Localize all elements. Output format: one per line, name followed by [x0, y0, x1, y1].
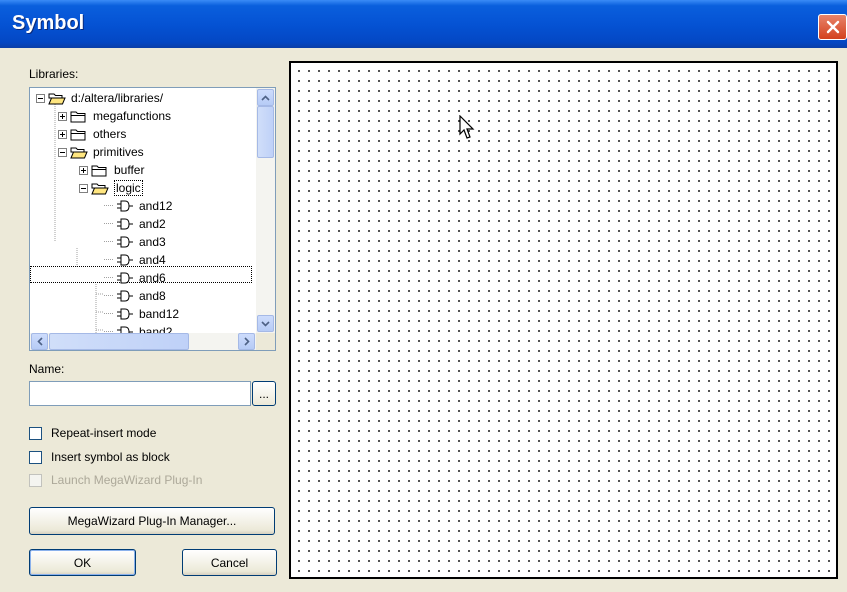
- expand-plus-icon[interactable]: [58, 129, 67, 139]
- chevron-left-icon: [36, 337, 43, 346]
- tree-horizontal-scrollbar[interactable]: [30, 333, 256, 350]
- tree-node-label: buffer: [114, 163, 145, 177]
- tree-node[interactable]: and4: [104, 251, 166, 269]
- window-title: Symbol: [12, 12, 85, 34]
- tree-node-label: megafunctions: [93, 109, 172, 123]
- tree-node-label: and12: [139, 199, 173, 213]
- tree-node[interactable]: and2: [104, 215, 166, 233]
- folder-icon: [70, 109, 88, 123]
- symbol-icon: [116, 199, 134, 213]
- tree-node-label: and2: [139, 217, 166, 231]
- expand-plus-icon[interactable]: [58, 111, 67, 121]
- name-label: Name:: [29, 362, 65, 376]
- tree-node[interactable]: others: [58, 125, 126, 143]
- tree-connector: [104, 295, 113, 297]
- scroll-right-button[interactable]: [238, 333, 255, 350]
- symbol-dialog: Symbol Libraries: d:/altera/libraries/me…: [0, 0, 847, 592]
- launch-megawizard-label: Launch MegaWizard Plug-In: [51, 473, 203, 487]
- scrollbar-corner: [256, 333, 275, 350]
- close-button[interactable]: [818, 14, 847, 40]
- tree-connector: [104, 313, 113, 315]
- checkbox-box: [29, 473, 42, 487]
- checkbox-box[interactable]: [29, 426, 42, 440]
- symbol-icon: [116, 271, 134, 285]
- tree-node-label: logic: [114, 180, 143, 196]
- symbol-icon: [116, 307, 134, 321]
- insert-as-block-checkbox[interactable]: Insert symbol as block: [29, 449, 170, 465]
- tree-node[interactable]: band12: [104, 305, 179, 323]
- expand-plus-icon[interactable]: [79, 165, 88, 175]
- tree-node-label: and4: [139, 253, 166, 267]
- symbol-icon: [116, 325, 134, 333]
- tree-node[interactable]: megafunctions: [58, 107, 171, 125]
- chevron-up-icon: [261, 94, 270, 101]
- libraries-tree[interactable]: d:/altera/libraries/megafunctions others p…: [29, 87, 276, 351]
- collapse-minus-icon[interactable]: [79, 183, 88, 193]
- tree-connector: [104, 259, 113, 261]
- tree-node-label: and3: [139, 235, 166, 249]
- browse-button[interactable]: ...: [252, 381, 276, 406]
- tree-node-label: and6: [139, 271, 166, 285]
- symbol-icon: [116, 253, 134, 267]
- tree-node[interactable]: primitives: [58, 143, 144, 161]
- tree-connector: [104, 205, 113, 207]
- symbol-icon: [116, 235, 134, 249]
- tree-node-label: band2: [139, 325, 173, 333]
- checkbox-box[interactable]: [29, 450, 42, 464]
- chevron-down-icon: [261, 320, 270, 327]
- tree-node-label: d:/altera/libraries/: [71, 91, 164, 105]
- scroll-up-button[interactable]: [257, 89, 274, 106]
- cancel-button[interactable]: Cancel: [182, 549, 277, 576]
- tree-node[interactable]: and6: [104, 269, 166, 287]
- tree-node[interactable]: and8: [104, 287, 166, 305]
- insert-as-block-label: Insert symbol as block: [51, 450, 170, 464]
- folder-icon: [91, 163, 109, 177]
- folder-icon: [70, 127, 88, 141]
- launch-megawizard-checkbox: Launch MegaWizard Plug-In: [29, 472, 202, 488]
- tree-node[interactable]: logic: [79, 179, 143, 197]
- open-folder-icon: [70, 145, 88, 159]
- tree-viewport[interactable]: d:/altera/libraries/megafunctions others p…: [30, 88, 256, 333]
- tree-node[interactable]: band2: [104, 323, 172, 333]
- repeat-insert-checkbox[interactable]: Repeat-insert mode: [29, 425, 156, 441]
- tree-node-label: band12: [139, 307, 180, 321]
- tree-node[interactable]: and3: [104, 233, 166, 251]
- symbol-preview-canvas[interactable]: [289, 61, 838, 579]
- symbol-icon: [116, 289, 134, 303]
- tree-connector: [104, 241, 113, 243]
- tree-node-label: and8: [139, 289, 166, 303]
- scroll-left-button[interactable]: [31, 333, 48, 350]
- tree-node-label: others: [93, 127, 127, 141]
- collapse-minus-icon[interactable]: [36, 93, 45, 103]
- scroll-thumb-vertical[interactable]: [257, 106, 274, 158]
- mouse-pointer-icon: [459, 115, 475, 139]
- repeat-insert-label: Repeat-insert mode: [51, 426, 157, 440]
- chevron-right-icon: [243, 337, 250, 346]
- megawizard-manager-button[interactable]: MegaWizard Plug-In Manager...: [29, 507, 275, 535]
- libraries-label: Libraries:: [29, 67, 79, 81]
- ok-button[interactable]: OK: [29, 549, 136, 576]
- collapse-minus-icon[interactable]: [58, 147, 67, 157]
- open-folder-icon: [91, 181, 109, 195]
- open-folder-icon: [48, 91, 66, 105]
- tree-connector: [104, 277, 113, 279]
- tree-node[interactable]: and12: [104, 197, 172, 215]
- title-bar[interactable]: Symbol: [0, 0, 847, 48]
- close-x-icon: [826, 20, 839, 34]
- tree-node-label: primitives: [93, 145, 144, 159]
- scroll-down-button[interactable]: [257, 315, 274, 332]
- scroll-thumb-horizontal[interactable]: [49, 333, 189, 350]
- name-input[interactable]: [29, 381, 251, 406]
- tree-node[interactable]: buffer: [79, 161, 144, 179]
- tree-node[interactable]: d:/altera/libraries/: [36, 89, 163, 107]
- tree-connector: [104, 223, 113, 225]
- tree-vertical-scrollbar[interactable]: [256, 88, 275, 333]
- symbol-icon: [116, 217, 134, 231]
